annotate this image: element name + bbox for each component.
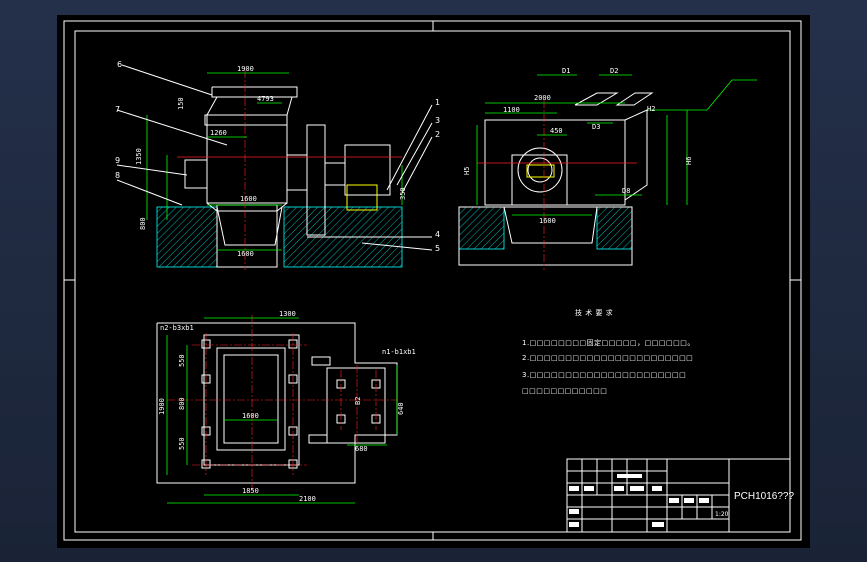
tech-line-2: 2.□□□□□□□□□□□□□□□□□□□□□□□ bbox=[522, 354, 693, 362]
part-label-8: 8 bbox=[115, 171, 120, 180]
side-dim-3: D1 bbox=[562, 67, 570, 75]
part-label-3: 3 bbox=[435, 116, 440, 125]
side-dim-8: H6 bbox=[685, 157, 693, 165]
part-label-7: 7 bbox=[115, 105, 120, 114]
part-label-6: 6 bbox=[117, 60, 122, 69]
front-dim-4: 1600 bbox=[240, 195, 257, 203]
front-view: 1900 4793 1260 1600 1600 1350 800 350 15… bbox=[115, 60, 407, 270]
side-dim-1: 2000 bbox=[534, 94, 551, 102]
outer-border bbox=[63, 20, 802, 541]
front-dim-7: 800 bbox=[139, 217, 147, 230]
front-dim-2: 4793 bbox=[257, 95, 274, 103]
tech-line-4: □□□□□□□□□□□□ bbox=[522, 387, 607, 395]
side-dim-9: D8 bbox=[622, 187, 630, 195]
top-dim-1: 1300 bbox=[279, 310, 296, 318]
side-dim-10: 1600 bbox=[539, 217, 556, 225]
front-dim-8: 350 bbox=[399, 187, 407, 200]
top-dim-5: 550 bbox=[178, 354, 186, 367]
drawing-svg: 1900 4793 1260 1600 1600 1350 800 350 15… bbox=[63, 20, 802, 541]
front-dim-6: 1350 bbox=[135, 148, 143, 165]
top-dim-7: 1900 bbox=[158, 398, 166, 415]
tech-line-1: 1.□□□□□□□□固定□□□□□，□□□□□□。 bbox=[522, 338, 695, 347]
part-label-1: 1 bbox=[435, 98, 440, 107]
cad-viewport[interactable]: 1900 4793 1260 1600 1600 1350 800 350 15… bbox=[0, 0, 867, 562]
tech-requirements: 技 术 要 求 1.□□□□□□□□固定□□□□□，□□□□□□。 2.□□□□… bbox=[522, 308, 695, 395]
side-dim-7: H5 bbox=[463, 167, 471, 175]
top-dim-6: 800 bbox=[178, 397, 186, 410]
side-dim-11: H2 bbox=[647, 105, 655, 113]
front-dim-width: 1900 bbox=[237, 65, 254, 73]
centering-marks bbox=[64, 21, 801, 540]
top-dim-4: 2100 bbox=[299, 495, 316, 503]
part-label-4: 4 bbox=[435, 230, 440, 239]
top-dim-13: 640 bbox=[397, 402, 405, 415]
tech-line-3: 3.□□□□□□□□□□□□□□□□□□□□□□ bbox=[522, 371, 686, 379]
top-dim-10: n1-b1xb1 bbox=[382, 348, 416, 356]
front-dim-9: 150 bbox=[177, 97, 185, 110]
title-block: 1:20 PCH1016??? bbox=[566, 458, 794, 533]
part-label-2: 2 bbox=[435, 130, 440, 139]
top-dim-2: 1600 bbox=[242, 412, 259, 420]
tech-title: 技 术 要 求 bbox=[575, 308, 613, 317]
side-dim-6: D3 bbox=[592, 123, 600, 131]
side-dim-5: 450 bbox=[550, 127, 563, 135]
top-dim-9: n2-b3xb1 bbox=[160, 324, 194, 332]
top-dim-3: 1850 bbox=[242, 487, 259, 495]
top-dim-11: B2 bbox=[354, 397, 362, 405]
drawing-code: PCH1016??? bbox=[734, 491, 794, 502]
top-dim-8: 550 bbox=[178, 437, 186, 450]
side-dim-4: D2 bbox=[610, 67, 618, 75]
top-dim-12: 680 bbox=[355, 445, 368, 453]
front-dim-3: 1260 bbox=[210, 129, 227, 137]
part-label-5: 5 bbox=[435, 244, 440, 253]
side-dim-2: 1100 bbox=[503, 106, 520, 114]
top-view: 1300 1600 1850 2100 550 800 1900 550 n2-… bbox=[156, 310, 416, 504]
drawing-canvas[interactable]: 1900 4793 1260 1600 1600 1350 800 350 15… bbox=[57, 15, 810, 548]
scale-text: 1:20 bbox=[715, 511, 729, 518]
front-dim-5: 1600 bbox=[237, 250, 254, 258]
part-label-9: 9 bbox=[115, 156, 120, 165]
